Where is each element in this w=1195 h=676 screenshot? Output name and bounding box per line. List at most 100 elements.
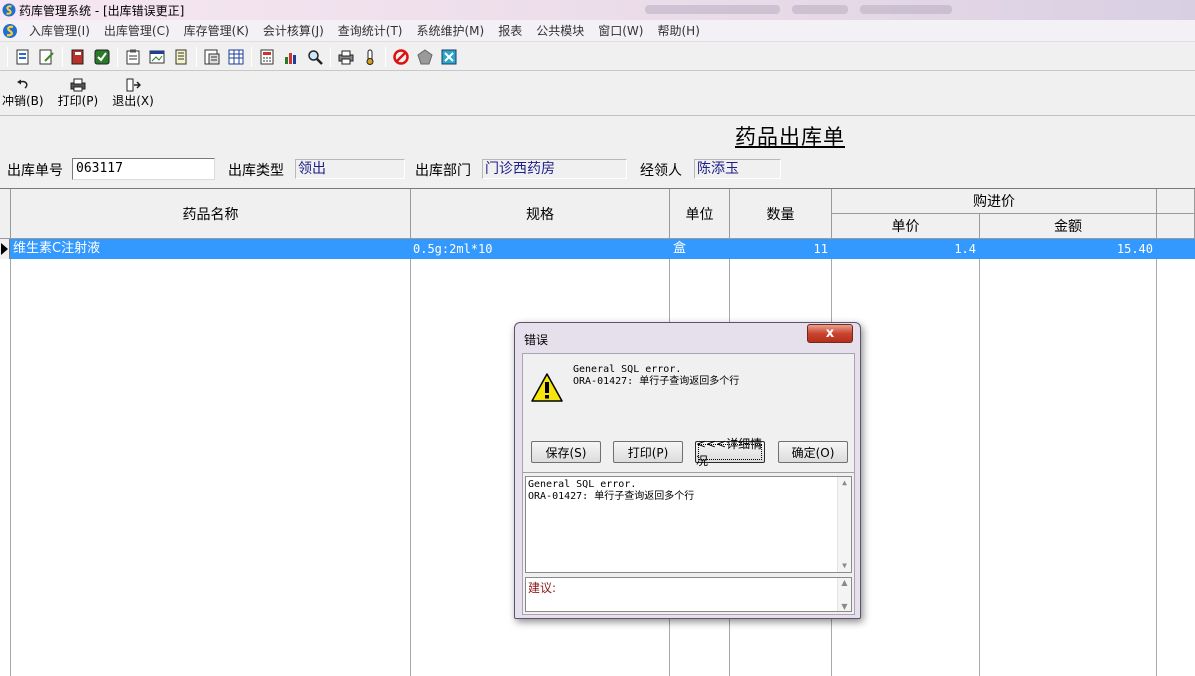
detail-line: ORA-01427: 单行子查询返回多个行	[528, 491, 695, 502]
header-quantity[interactable]: 数量	[730, 189, 832, 239]
menu-bar: 入库管理(I) 出库管理(C) 库存管理(K) 会计核算(J) 查询统计(T) …	[0, 20, 1195, 42]
form-title: 药品出库单	[735, 125, 845, 149]
document-in-icon[interactable]	[13, 47, 33, 67]
header-extra	[1157, 214, 1195, 239]
header-amount[interactable]: 金额	[980, 214, 1157, 239]
search-icon[interactable]	[305, 47, 325, 67]
menu-system[interactable]: 系统维护(M)	[410, 20, 492, 42]
toolbar-separator	[196, 46, 197, 67]
calculator-icon[interactable]	[257, 47, 277, 67]
out-type-field[interactable]: 领出	[295, 159, 405, 179]
document-edit-icon[interactable]	[37, 47, 57, 67]
cell-amount[interactable]: 15.40	[981, 239, 1156, 259]
suggestion-scrollbar[interactable]: ▲ ▼	[837, 578, 851, 611]
action-toolbar: 冲销(B) 打印(P) 退出(X)	[0, 72, 1195, 116]
error-dialog[interactable]: 错误 x General SQL error. ORA-01427: 单行子查询…	[514, 322, 861, 619]
handler-field[interactable]: 陈添玉	[694, 159, 781, 179]
menu-reports[interactable]: 报表	[491, 20, 529, 42]
chart-mix-icon[interactable]	[281, 47, 301, 67]
blurred-title-text	[860, 5, 952, 14]
print-button[interactable]: 打印(P)	[613, 441, 683, 463]
exit-button[interactable]: 退出(X)	[112, 72, 154, 109]
report-icon[interactable]	[202, 47, 222, 67]
print-button[interactable]: 打印(P)	[57, 72, 99, 109]
reverse-button[interactable]: 冲销(B)	[2, 72, 44, 109]
toolbar-separator	[251, 46, 252, 67]
dialog-message: General SQL error. ORA-01427: 单行子查询返回多个行	[573, 364, 739, 388]
column-divider	[410, 239, 411, 676]
details-button[interactable]: <<<详细情况	[695, 437, 765, 468]
list-doc-icon[interactable]	[171, 47, 191, 67]
close-window-icon[interactable]	[439, 47, 459, 67]
book-icon[interactable]	[68, 47, 88, 67]
warning-icon	[531, 373, 563, 402]
image-window-icon[interactable]	[147, 47, 167, 67]
printer-icon	[70, 78, 86, 92]
header-unit[interactable]: 单位	[670, 189, 730, 239]
cell-unit[interactable]: 盒	[673, 239, 728, 259]
column-divider	[979, 239, 980, 676]
toolbar-separator	[330, 46, 331, 67]
dialog-message-line: ORA-01427: 单行子查询返回多个行	[573, 376, 740, 387]
cell-unit-price[interactable]: 1.4	[833, 239, 979, 259]
dialog-close-button[interactable]: x	[807, 324, 853, 343]
exit-door-icon	[126, 78, 142, 92]
undo-arrow-icon	[16, 79, 28, 89]
blurred-title-text	[645, 5, 780, 14]
detail-line: General SQL error.	[528, 479, 637, 490]
grid-corner	[0, 189, 11, 239]
blurred-title-text	[792, 5, 848, 14]
header-extra	[1157, 189, 1195, 214]
clipboard-icon[interactable]	[123, 47, 143, 67]
handler-label: 经领人	[640, 163, 682, 179]
dialog-title: 错误	[524, 333, 549, 347]
ok-button[interactable]: 确定(O)	[778, 441, 848, 463]
menu-stock-in[interactable]: 入库管理(I)	[22, 20, 97, 42]
app-logo-icon	[2, 3, 16, 17]
cell-spec[interactable]: 0.5g:2ml*10	[413, 239, 668, 259]
toolbar-separator	[117, 46, 118, 67]
shape-icon[interactable]	[415, 47, 435, 67]
menu-help[interactable]: 帮助(H)	[650, 20, 706, 42]
row-indicator-icon	[0, 239, 10, 259]
save-button[interactable]: 保存(S)	[531, 441, 601, 463]
header-unit-price[interactable]: 单价	[832, 214, 980, 239]
dialog-divider	[523, 472, 854, 473]
error-details-memo[interactable]: General SQL error. ORA-01427: 单行子查询返回多个行…	[525, 476, 852, 573]
header-drug-name[interactable]: 药品名称	[11, 189, 411, 239]
order-no-label: 出库单号	[7, 163, 63, 179]
menu-common[interactable]: 公共模块	[529, 20, 591, 42]
header-spec[interactable]: 规格	[411, 189, 670, 239]
check-box-icon[interactable]	[92, 47, 112, 67]
menu-accounting[interactable]: 会计核算(J)	[256, 20, 331, 42]
table-grid-icon[interactable]	[226, 47, 246, 67]
out-type-label: 出库类型	[228, 163, 284, 179]
icon-toolbar	[0, 43, 1195, 71]
menu-window[interactable]: 窗口(W)	[591, 20, 650, 42]
window-title: 药库管理系统 - [出库错误更正]	[19, 3, 185, 18]
column-divider	[10, 239, 11, 676]
order-no-input[interactable]: 063117	[72, 158, 215, 180]
cell-drug-name[interactable]: 维生素C注射液	[13, 239, 409, 259]
out-dept-field[interactable]: 门诊西药房	[482, 159, 627, 179]
window-title-bar[interactable]: 药库管理系统 - [出库错误更正]	[0, 0, 1195, 20]
toolbar-separator	[7, 46, 8, 67]
dialog-body: General SQL error. ORA-01427: 单行子查询返回多个行…	[522, 353, 855, 615]
toolbar-separator	[62, 46, 63, 67]
suggestion-label: 建议:	[528, 581, 557, 595]
print-label: 打印(P)	[57, 94, 99, 108]
menu-inventory[interactable]: 库存管理(K)	[177, 20, 256, 42]
menu-stock-out[interactable]: 出库管理(C)	[97, 20, 177, 42]
thermometer-icon[interactable]	[360, 47, 380, 67]
printer-icon[interactable]	[336, 47, 356, 67]
suggestion-memo[interactable]: 建议: ▲ ▼	[525, 577, 852, 612]
form-header-row: 出库单号 063117 出库类型 领出 出库部门 门诊西药房 经领人 陈添玉	[0, 157, 1195, 181]
menu-query[interactable]: 查询统计(T)	[331, 20, 410, 42]
dialog-message-line: General SQL error.	[573, 364, 682, 375]
cell-quantity[interactable]: 11	[731, 239, 831, 259]
stop-icon[interactable]	[391, 47, 411, 67]
out-dept-label: 出库部门	[415, 163, 471, 179]
header-purchase-price[interactable]: 购进价	[832, 189, 1157, 214]
memo-scrollbar[interactable]: ▲ ▼	[837, 477, 851, 572]
reverse-label: 冲销(B)	[2, 94, 44, 108]
